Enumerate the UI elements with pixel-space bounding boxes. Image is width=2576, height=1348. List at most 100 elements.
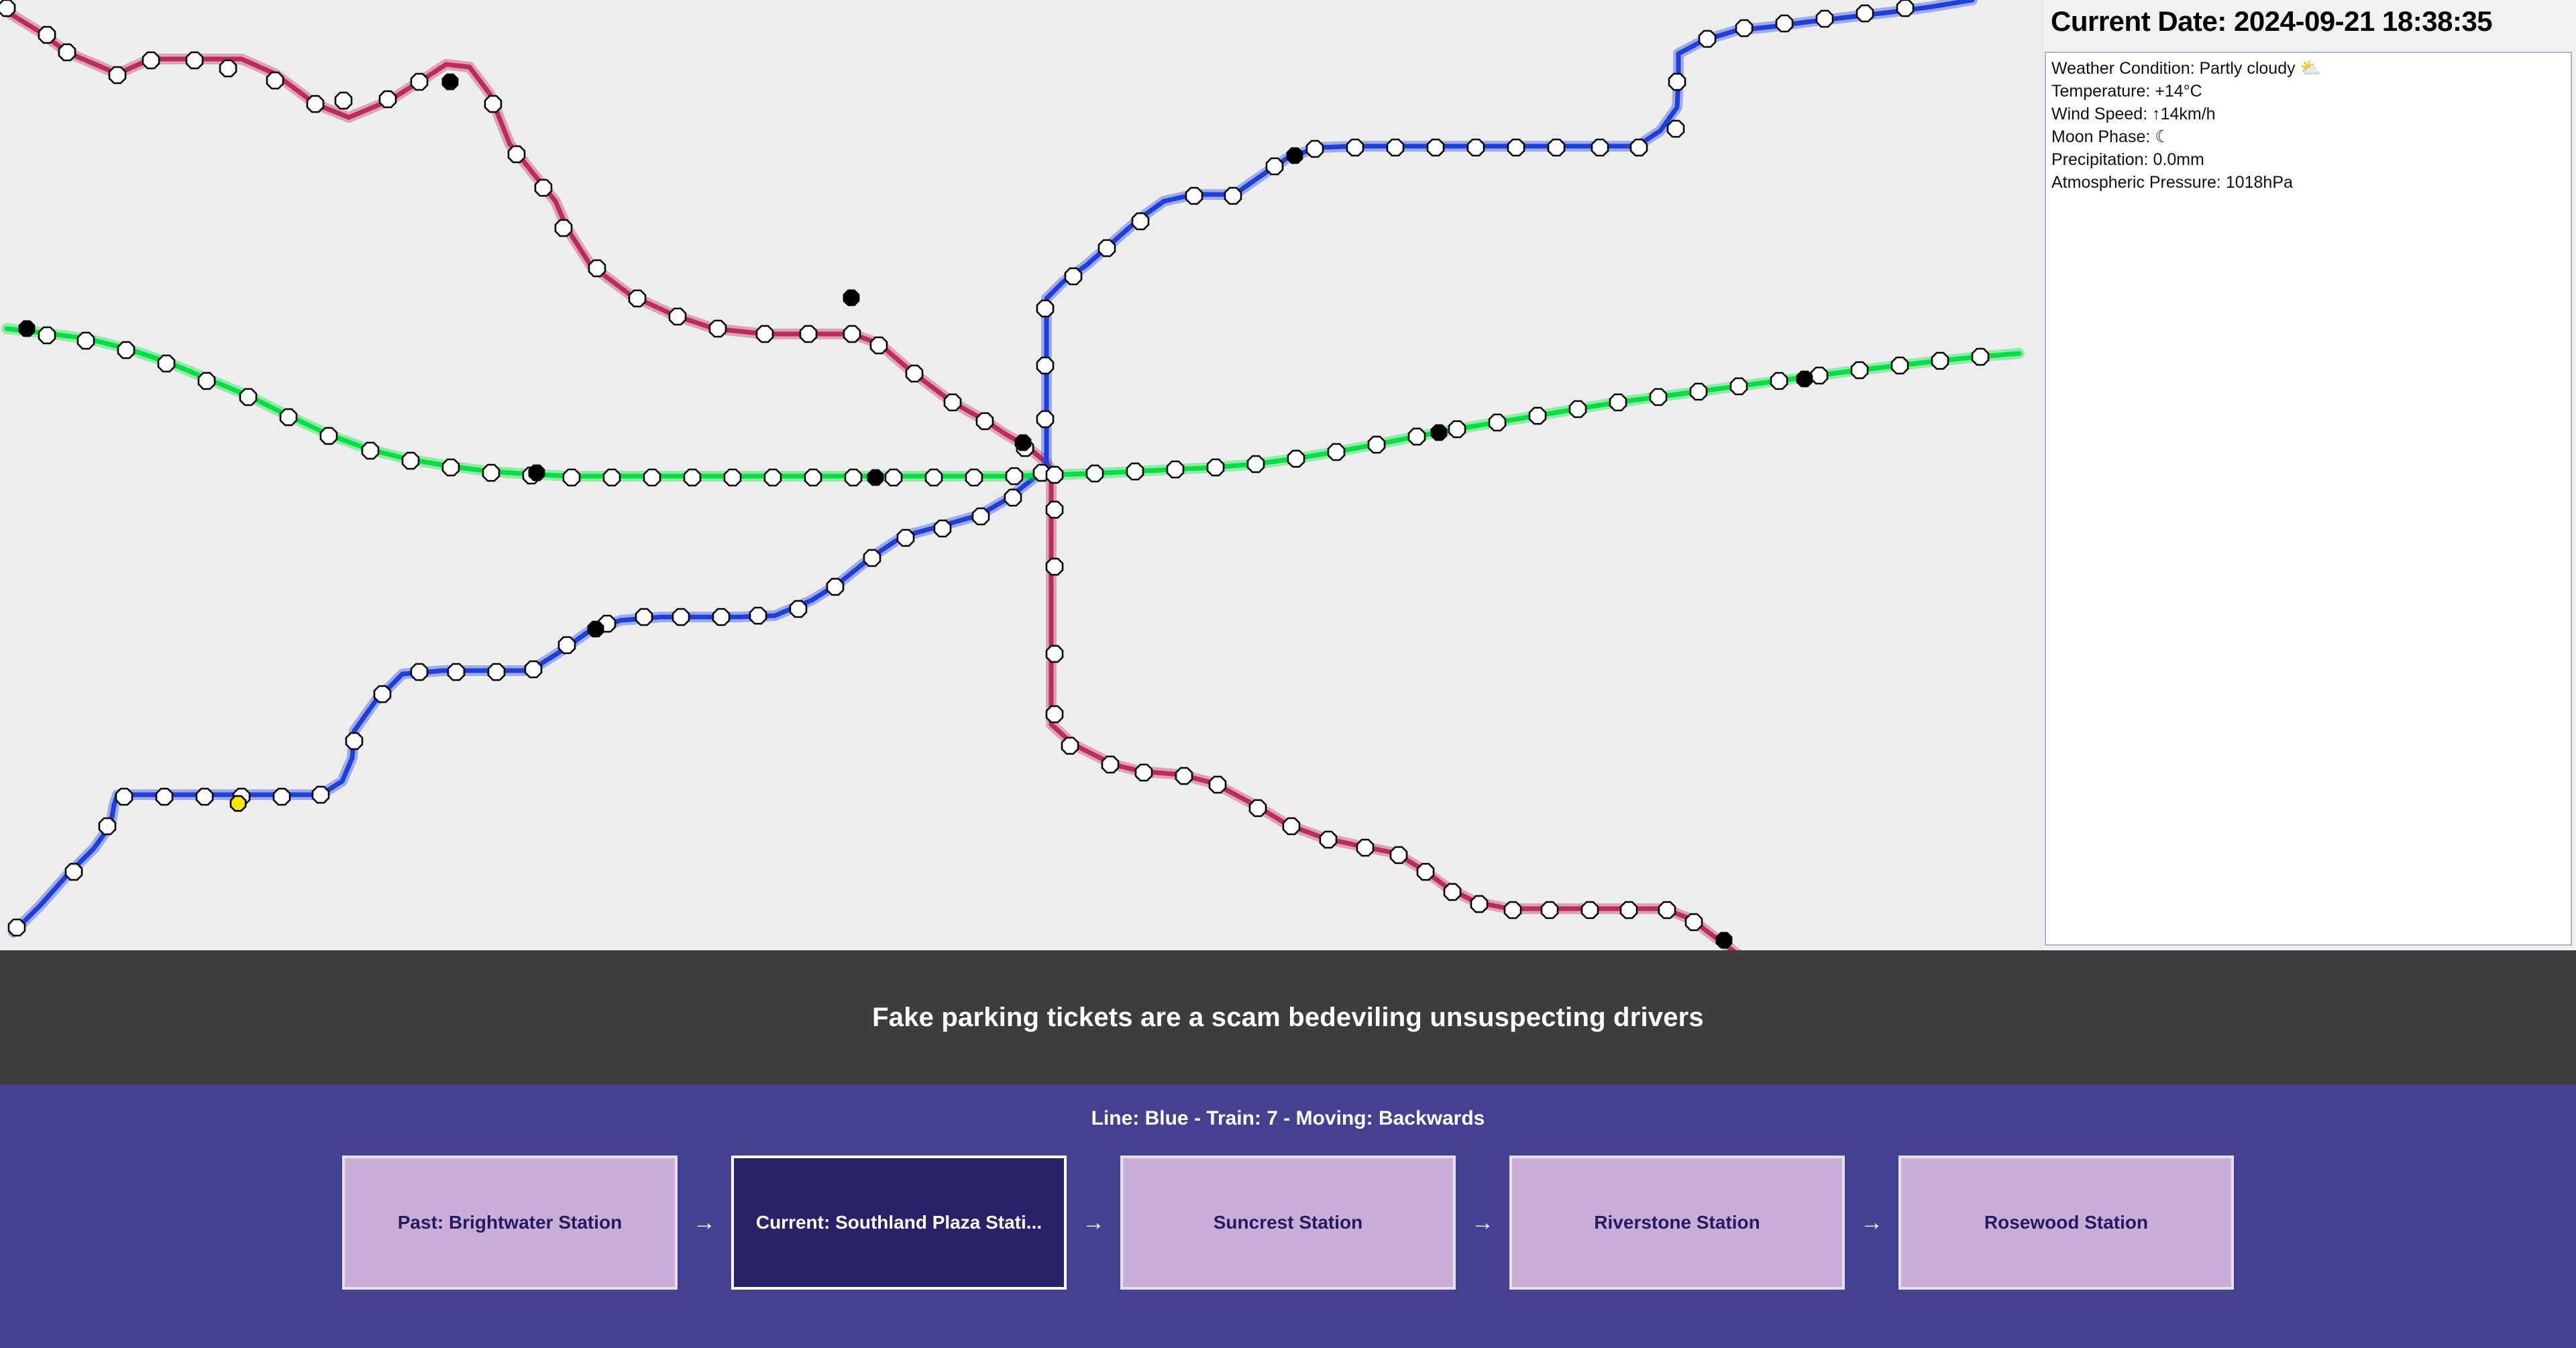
station-circle-icon[interactable] [749,606,767,625]
station-circle-icon[interactable] [562,468,581,487]
station-circle-icon[interactable] [1470,895,1489,913]
station-circle-icon[interactable] [905,364,924,383]
station-circle-icon[interactable] [534,178,553,197]
station-circle-icon[interactable] [1735,19,1754,38]
station-circle-icon[interactable] [1649,388,1668,406]
station-circle-icon[interactable] [117,341,136,359]
station-circle-icon[interactable] [524,660,543,679]
station-circle-icon[interactable] [1126,462,1144,481]
station-circle-icon[interactable] [588,259,606,278]
station-circle-icon[interactable] [1684,913,1703,932]
station-circle-icon[interactable] [1698,30,1717,48]
station-circle-icon[interactable] [378,90,397,109]
station-circle-icon[interactable] [1850,361,1869,380]
station-circle-icon[interactable] [76,331,95,350]
station-card-upcoming-2[interactable]: Suncrest Station [1120,1156,1456,1290]
station-circle-icon[interactable] [1036,299,1055,318]
train-dot-icon[interactable] [587,620,604,638]
station-circle-icon[interactable] [804,468,822,487]
line-path-blue[interactable] [11,0,1975,935]
station-circle-icon[interactable] [484,95,502,113]
station-circle-icon[interactable] [683,468,702,487]
station-circle-icon[interactable] [1488,413,1507,432]
station-circle-icon[interactable] [239,388,258,406]
station-circle-icon[interactable] [1246,455,1265,473]
station-circle-icon[interactable] [1389,846,1408,864]
station-circle-icon[interactable] [1775,14,1794,33]
station-card-upcoming-3[interactable]: Riverstone Station [1509,1156,1845,1290]
station-circle-icon[interactable] [755,325,774,343]
station-circle-icon[interactable] [401,451,420,470]
station-circle-icon[interactable] [1931,351,1949,370]
station-circle-icon[interactable] [7,918,26,937]
station-circle-icon[interactable] [1097,239,1116,258]
station-circle-icon[interactable] [1134,763,1153,782]
station-circle-icon[interactable] [1166,460,1185,479]
station-circle-icon[interactable] [1466,138,1485,157]
station-circle-icon[interactable] [197,372,216,390]
station-circle-icon[interactable] [1367,435,1386,454]
station-card-upcoming-4[interactable]: Rosewood Station [1898,1156,2234,1290]
station-circle-icon[interactable] [896,528,915,547]
station-circle-icon[interactable] [1005,467,1024,486]
station-circle-icon[interactable] [1540,901,1559,919]
station-circle-icon[interactable] [157,354,176,373]
station-circle-icon[interactable] [311,785,330,804]
station-circle-icon[interactable] [1265,157,1284,176]
station-circle-icon[interactable] [373,685,392,704]
station-circle-icon[interactable] [1064,267,1083,286]
train-dot-icon[interactable] [1286,147,1303,164]
station-circle-icon[interactable] [195,787,214,806]
station-circle-icon[interactable] [1770,372,1788,390]
station-circle-icon[interactable] [1810,366,1829,385]
station-circle-icon[interactable] [723,468,742,487]
train-dot-icon[interactable] [1796,370,1813,388]
station-circle-icon[interactable] [279,408,298,427]
station-circle-icon[interactable] [38,326,56,345]
station-circle-icon[interactable] [1282,817,1301,836]
station-circle-icon[interactable] [1896,0,1915,17]
station-circle-icon[interactable] [115,787,133,806]
station-circle-icon[interactable] [58,43,76,62]
station-circle-icon[interactable] [1503,901,1522,919]
station-circle-icon[interactable] [933,519,952,538]
station-circle-icon[interactable] [410,663,429,681]
station-circle-icon[interactable] [843,325,861,343]
station-circle-icon[interactable] [1224,186,1242,205]
station-circle-icon[interactable] [1815,9,1834,28]
station-circle-icon[interactable] [1856,4,1874,23]
station-circle-icon[interactable] [602,468,621,487]
station-circle-icon[interactable] [507,145,526,164]
station-circle-icon[interactable] [319,427,338,445]
station-circle-icon[interactable] [924,468,943,487]
station-circle-icon[interactable] [1045,705,1064,724]
station-circle-icon[interactable] [1131,212,1150,231]
train-dot-icon[interactable] [843,289,860,306]
station-circle-icon[interactable] [1248,799,1267,818]
station-circle-icon[interactable] [447,663,466,681]
station-circle-icon[interactable] [155,787,174,806]
station-circle-icon[interactable] [1507,138,1525,157]
station-circle-icon[interactable] [1319,830,1338,849]
station-circle-icon[interactable] [799,325,818,343]
station-circle-icon[interactable] [1658,901,1676,919]
station-circle-icon[interactable] [943,393,962,412]
station-circle-icon[interactable] [410,72,429,91]
station-circle-icon[interactable] [345,732,364,750]
station-circle-icon[interactable] [1666,119,1685,138]
station-circle-icon[interactable] [306,95,325,113]
station-circle-icon[interactable] [1085,464,1104,483]
station-circle-icon[interactable] [108,66,127,85]
station-circle-icon[interactable] [1356,838,1375,857]
station-circle-icon[interactable] [1004,488,1022,507]
station-circle-icon[interactable] [98,817,117,836]
train-dot-icon[interactable] [1014,434,1032,451]
station-card-current-1[interactable]: Current: Southland Plaza Stati... [731,1156,1067,1290]
station-circle-icon[interactable] [1407,427,1426,446]
station-circle-icon[interactable] [1287,449,1305,468]
station-circle-icon[interactable] [1386,138,1405,157]
station-circle-icon[interactable] [1185,186,1203,205]
station-circle-icon[interactable] [1609,393,1627,412]
station-circle-icon[interactable] [975,412,994,431]
train-dot-icon[interactable] [441,73,459,91]
